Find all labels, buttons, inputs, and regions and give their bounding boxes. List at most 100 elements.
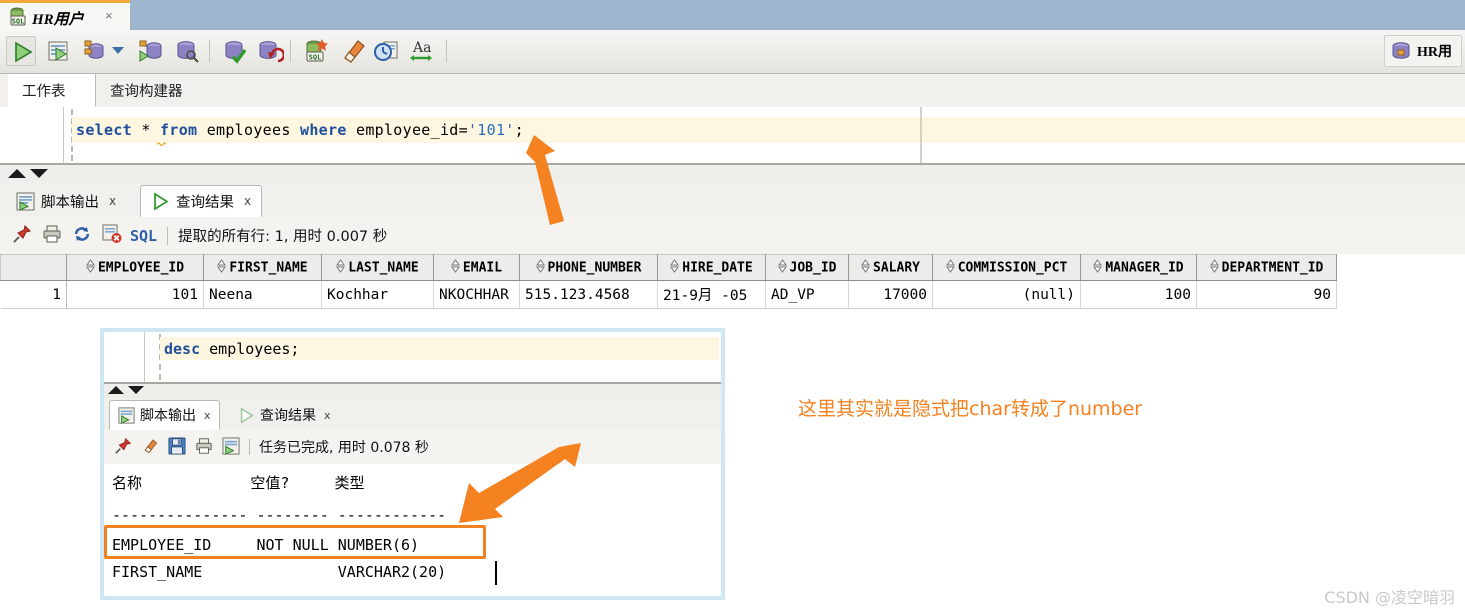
query-results-grid[interactable]: EMPLOYEE_ID FIRST_NAME LAST_NAME EMAIL P… [0, 254, 1465, 314]
connection-tab-label: HR用户 [32, 12, 84, 28]
sql-badge: SQL [130, 226, 158, 245]
worksheet-tab-strip: 工作表 查询构建器 [0, 74, 1465, 108]
col-header-department-id[interactable]: DEPARTMENT_ID [1196, 254, 1337, 281]
tab-query-builder-label: 查询构建器 [110, 84, 183, 100]
database-explain-icon [177, 41, 199, 63]
output-line-separator: --------------- -------- ------------ [112, 506, 447, 524]
sql-new-icon: SQL [306, 39, 328, 62]
toolbar-separator [290, 40, 291, 62]
close-icon[interactable]: x [244, 194, 251, 208]
save-icon[interactable] [168, 436, 186, 458]
status-separator [167, 226, 169, 245]
grid-corner-cell[interactable] [0, 254, 67, 281]
window-title-strip [0, 0, 1465, 30]
col-header-commission-pct[interactable]: COMMISSION_PCT [932, 254, 1081, 281]
inset-splitter[interactable] [104, 384, 721, 399]
col-header-phone-number[interactable]: PHONE_NUMBER [519, 254, 658, 281]
row-number-cell[interactable]: 1 [0, 280, 67, 309]
inset-screenshot-panel: desc employees; 脚本输出 x 查询结果 x 任务已完成, 用时 … [100, 328, 725, 600]
sql-star: * [141, 121, 151, 139]
commit-history-button[interactable] [80, 36, 110, 66]
eraser-icon[interactable] [141, 437, 159, 458]
database-sql-icon: SQL [7, 7, 29, 27]
script-output-icon[interactable] [222, 436, 240, 458]
sql-history-button[interactable] [372, 36, 402, 66]
sql-keyword-from: from [160, 121, 198, 139]
close-icon[interactable]: x [109, 194, 116, 208]
cell-employee-id[interactable]: 101 [66, 280, 204, 309]
col-header-hire-date[interactable]: HIRE_DATE [657, 254, 766, 281]
inset-tab-script-output-label: 脚本输出 [140, 408, 196, 424]
cell-first-name[interactable]: Neena [203, 280, 322, 309]
explain-plan-button[interactable] [172, 36, 202, 66]
editor-results-splitter[interactable] [0, 165, 1465, 183]
tab-script-output-label: 脚本输出 [41, 194, 99, 211]
collapse-up-icon[interactable] [8, 169, 26, 178]
connection-indicator-label: HR用 [1417, 45, 1452, 60]
output-line-first-name: FIRST_NAME VARCHAR2(20) [112, 563, 447, 581]
col-header-manager-id[interactable]: MANAGER_ID [1080, 254, 1197, 281]
col-header-salary[interactable]: SALARY [848, 254, 933, 281]
cell-phone-number[interactable]: 515.123.4568 [519, 280, 658, 309]
connection-indicator[interactable]: HR用 [1384, 35, 1462, 67]
clear-worksheet-button[interactable] [338, 36, 368, 66]
cell-job-id[interactable]: AD_VP [765, 280, 849, 309]
col-header-first-name[interactable]: FIRST_NAME [203, 254, 322, 281]
collapse-up-icon[interactable] [108, 386, 124, 394]
close-icon[interactable]: x [324, 409, 331, 422]
sort-handle-icon [450, 258, 460, 277]
sort-handle-icon [945, 258, 955, 277]
pin-icon[interactable] [114, 437, 132, 458]
change-case-button[interactable]: Aa [408, 36, 438, 66]
rollback-button[interactable] [254, 36, 286, 66]
sql-editor[interactable]: select * from employees where employee_i… [0, 107, 1465, 165]
tab-query-result-label: 查询结果 [176, 194, 234, 211]
green-play-triangle-icon [15, 41, 33, 63]
col-header-employee-id[interactable]: EMPLOYEE_ID [66, 254, 204, 281]
run-statement-button[interactable] [6, 36, 36, 66]
collapse-down-icon[interactable] [128, 386, 144, 394]
cell-hire-date[interactable]: 21-9月 -05 [657, 280, 766, 309]
col-header-last-name[interactable]: LAST_NAME [321, 254, 434, 281]
inset-tab-script-output[interactable]: 脚本输出 x [109, 400, 220, 430]
cell-salary[interactable]: 17000 [848, 280, 933, 309]
cell-manager-id[interactable]: 100 [1080, 280, 1197, 309]
tab-script-output[interactable]: 脚本输出 x [6, 185, 126, 217]
tab-worksheet[interactable]: 工作表 [8, 74, 96, 107]
inset-sql-editor[interactable]: desc employees; [104, 332, 721, 384]
pin-icon[interactable] [12, 224, 32, 247]
col-header-email[interactable]: EMAIL [433, 254, 520, 281]
sort-handle-icon [85, 258, 95, 277]
tab-query-result[interactable]: 查询结果 x [140, 185, 263, 217]
close-icon[interactable]: × [105, 8, 113, 23]
col-header-job-id[interactable]: JOB_ID [765, 254, 849, 281]
sql-table-name: employees; [200, 340, 300, 358]
tab-query-builder[interactable]: 查询构建器 [96, 74, 197, 107]
cell-last-name[interactable]: Kochhar [321, 280, 434, 309]
database-run-icon [139, 40, 162, 62]
text-cursor [495, 561, 497, 585]
table-row[interactable]: 1 101 Neena Kochhar NKOCHHAR 515.123.456… [0, 280, 1337, 309]
cell-email[interactable]: NKOCHHAR [433, 280, 520, 309]
close-icon[interactable]: x [204, 409, 211, 422]
cell-department-id[interactable]: 90 [1196, 280, 1337, 309]
squiggly-underline-icon [157, 142, 167, 146]
cancel-icon[interactable] [102, 224, 122, 247]
sql-keyword-select: select [76, 121, 132, 139]
connection-tab[interactable]: SQL HR用户 × [0, 0, 130, 30]
toolbar-separator [209, 40, 210, 62]
annotation-highlight-box [104, 525, 486, 559]
collapse-down-icon[interactable] [30, 169, 48, 178]
inset-tab-query-result[interactable]: 查询结果 x [230, 400, 339, 430]
cell-commission-pct[interactable]: (null) [932, 280, 1081, 309]
print-icon[interactable] [195, 437, 213, 458]
script-output-icon [16, 192, 35, 211]
chevron-down-icon[interactable] [112, 47, 124, 54]
commit-button[interactable] [220, 36, 250, 66]
print-icon[interactable] [42, 224, 62, 247]
autotrace-button[interactable] [136, 36, 166, 66]
run-script-button[interactable] [44, 36, 74, 66]
new-sql-worksheet-button[interactable]: SQL [302, 36, 332, 66]
refresh-icon[interactable] [72, 224, 92, 247]
output-line-header: 名称 空值? 类型 [112, 474, 365, 492]
